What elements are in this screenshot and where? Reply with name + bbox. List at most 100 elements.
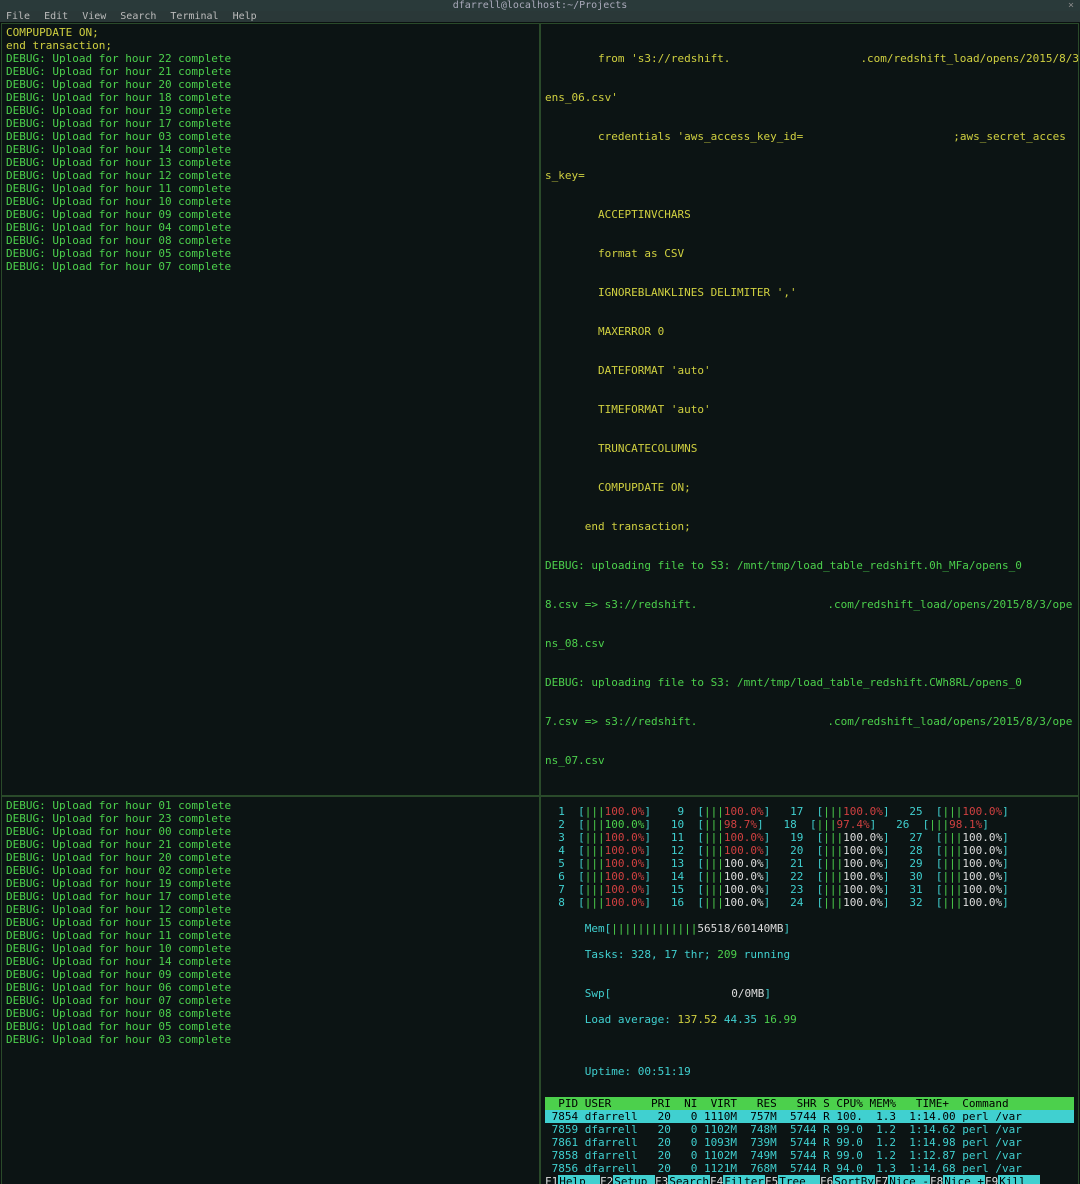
sql-text: format as CSV <box>545 247 1074 260</box>
menu-view[interactable]: View <box>82 11 106 22</box>
load-15: 16.99 <box>764 1013 797 1026</box>
cpu-index: 18 <box>777 818 810 831</box>
fkey[interactable]: F2 <box>600 1175 613 1184</box>
debug-line: DEBUG: Upload for hour 18 complete <box>6 91 535 104</box>
cpu-index: 8 <box>545 896 578 909</box>
cpu-index: 14 <box>664 870 697 883</box>
fkey[interactable]: F4 <box>710 1175 723 1184</box>
mem-val: 56518/60140MB <box>697 922 783 935</box>
debug-line: DEBUG: Upload for hour 04 complete <box>6 221 535 234</box>
debug-line: DEBUG: Upload for hour 14 complete <box>6 955 535 968</box>
menubar: File Edit View Search Terminal Help <box>0 11 1080 22</box>
fkey[interactable]: F9 <box>985 1175 998 1184</box>
process-row[interactable]: 7854 dfarrell 20 0 1110M 757M 5744 R 100… <box>545 1110 1074 1123</box>
running-count: 209 <box>717 948 737 961</box>
debug-line: DEBUG: Upload for hour 03 complete <box>6 1033 535 1046</box>
fkey-label[interactable]: Nice - <box>888 1175 930 1184</box>
debug-line: .com/redshift_load/opens/2015/8/3/ope <box>827 598 1072 611</box>
menu-terminal[interactable]: Terminal <box>170 11 218 22</box>
fkey[interactable]: F8 <box>930 1175 943 1184</box>
uptime-label: Uptime: <box>585 1065 638 1078</box>
cpu-percent: 100.0% <box>605 805 645 818</box>
sql-text: MAXERROR 0 <box>545 325 1074 338</box>
debug-line: DEBUG: Upload for hour 21 complete <box>6 65 535 78</box>
menu-search[interactable]: Search <box>120 11 156 22</box>
fkey[interactable]: F7 <box>875 1175 888 1184</box>
debug-line: DEBUG: Upload for hour 14 complete <box>6 143 535 156</box>
cpu-index: 5 <box>545 857 578 870</box>
process-row[interactable]: 7859 dfarrell 20 0 1102M 748M 5744 R 99.… <box>545 1123 1074 1136</box>
load-5: 44.35 <box>724 1013 757 1026</box>
debug-line: DEBUG: Upload for hour 17 complete <box>6 890 535 903</box>
cpu-percent: 100.0% <box>605 896 645 909</box>
fkey-label[interactable]: Setup <box>613 1175 655 1184</box>
debug-line: DEBUG: Upload for hour 05 complete <box>6 247 535 260</box>
debug-line: DEBUG: Upload for hour 15 complete <box>6 916 535 929</box>
cpu-percent: 100.0% <box>843 831 883 844</box>
cpu-percent: 100.0% <box>605 844 645 857</box>
debug-line: DEBUG: Upload for hour 02 complete <box>6 864 535 877</box>
cpu-index: 10 <box>664 818 697 831</box>
cpu-percent: 100.0% <box>962 896 1002 909</box>
cpu-percent: 100.0% <box>962 831 1002 844</box>
debug-line: DEBUG: Upload for hour 19 complete <box>6 877 535 890</box>
cpu-percent: 100.0% <box>724 857 764 870</box>
cpu-percent: 100.0% <box>724 844 764 857</box>
debug-line: ns_07.csv <box>545 754 1074 767</box>
cpu-index: 13 <box>664 857 697 870</box>
sql-text: credentials 'aws_access_key_id= <box>545 130 803 143</box>
debug-line: DEBUG: Upload for hour 08 complete <box>6 234 535 247</box>
htop-process-list[interactable]: 7854 dfarrell 20 0 1110M 757M 5744 R 100… <box>545 1110 1074 1175</box>
cpu-percent: 100.0% <box>962 805 1002 818</box>
debug-line: DEBUG: uploading file to S3: /mnt/tmp/lo… <box>545 559 1074 572</box>
fkey[interactable]: F6 <box>820 1175 833 1184</box>
debug-line: .com/redshift_load/opens/2015/8/3/ope <box>827 715 1072 728</box>
cpu-percent: 100.0% <box>843 883 883 896</box>
fkey[interactable]: F5 <box>765 1175 778 1184</box>
cpu-percent: 100.0% <box>724 870 764 883</box>
tmux-grid: COMPUPDATE ON; end transaction; DEBUG: U… <box>0 22 1080 1184</box>
fkey[interactable]: F1 <box>545 1175 558 1184</box>
cpu-index: 30 <box>903 870 936 883</box>
menu-help[interactable]: Help <box>233 11 257 22</box>
fkey[interactable]: F3 <box>655 1175 668 1184</box>
htop-fkeys[interactable]: F1Help F2Setup F3SearchF4FilterF5Tree F6… <box>545 1175 1074 1184</box>
debug-line: DEBUG: Upload for hour 10 complete <box>6 942 535 955</box>
process-row[interactable]: 7856 dfarrell 20 0 1121M 768M 5744 R 94.… <box>545 1162 1074 1175</box>
fkey-label[interactable]: Kill <box>998 1175 1040 1184</box>
tasks-label: Tasks: <box>585 948 631 961</box>
threads-count: 17 <box>664 948 677 961</box>
fkey-label[interactable]: Filter <box>723 1175 765 1184</box>
load-label: Load average: <box>585 1013 678 1026</box>
fkey-label[interactable]: Tree <box>778 1175 820 1184</box>
cpu-index: 25 <box>903 805 936 818</box>
debug-line: DEBUG: Upload for hour 07 complete <box>6 260 535 273</box>
pane-bottom-left[interactable]: DEBUG: Upload for hour 01 complete DEBUG:… <box>1 796 540 1184</box>
fkey-label[interactable]: Search <box>668 1175 710 1184</box>
close-icon[interactable]: × <box>1068 0 1074 11</box>
sql-text: ens_06.csv' <box>545 91 1074 104</box>
pane-htop[interactable]: 1 [|||100.0%] 9 [|||100.0%] 17 [|||100.0… <box>540 796 1079 1184</box>
debug-line: DEBUG: Upload for hour 01 complete <box>6 799 535 812</box>
htop-header[interactable]: PID USER PRI NI VIRT RES SHR S CPU% MEM%… <box>545 1097 1074 1110</box>
cpu-index: 27 <box>903 831 936 844</box>
process-row[interactable]: 7861 dfarrell 20 0 1093M 739M 5744 R 99.… <box>545 1136 1074 1149</box>
sql-text: ;aws_secret_acces <box>953 130 1066 143</box>
fkey-label[interactable]: SortBy <box>833 1175 875 1184</box>
menu-file[interactable]: File <box>6 11 30 22</box>
fkey-label[interactable]: Help <box>558 1175 600 1184</box>
sql-text: s_key= <box>545 169 1074 182</box>
cpu-index: 19 <box>784 831 817 844</box>
debug-line: DEBUG: Upload for hour 11 complete <box>6 929 535 942</box>
debug-line: DEBUG: Upload for hour 07 complete <box>6 994 535 1007</box>
menu-edit[interactable]: Edit <box>44 11 68 22</box>
pane-top-right[interactable]: from 's3://redshift..com/redshift_load/o… <box>540 23 1079 796</box>
debug-line: ns_08.csv <box>545 637 1074 650</box>
window-title: dfarrell@localhost:~/Projects <box>453 0 628 11</box>
cpu-percent: 100.0% <box>962 844 1002 857</box>
process-row[interactable]: 7858 dfarrell 20 0 1102M 749M 5744 R 99.… <box>545 1149 1074 1162</box>
pane-top-left[interactable]: COMPUPDATE ON; end transaction; DEBUG: U… <box>1 23 540 796</box>
cpu-percent: 100.0% <box>843 844 883 857</box>
cpu-percent: 100.0% <box>605 870 645 883</box>
fkey-label[interactable]: Nice + <box>943 1175 985 1184</box>
